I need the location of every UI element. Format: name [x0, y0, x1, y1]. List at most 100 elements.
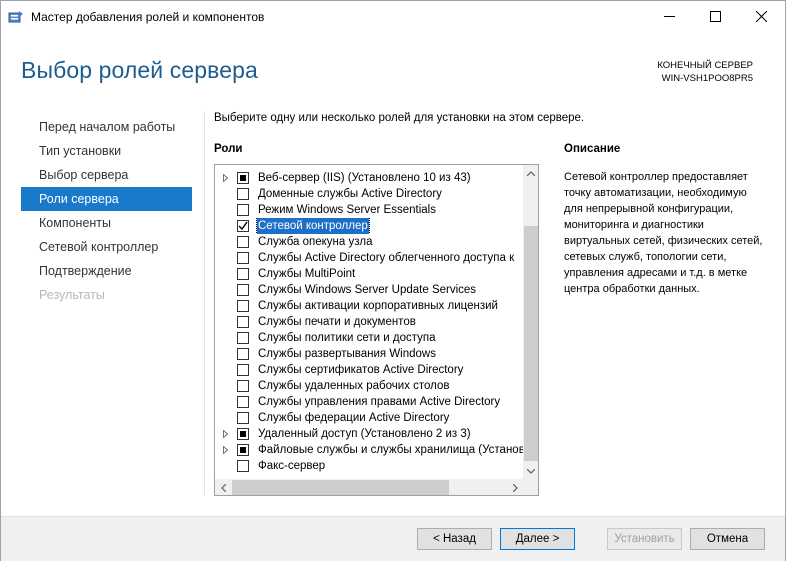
minimize-icon	[663, 16, 675, 17]
nav-item[interactable]: Тип установки	[21, 139, 192, 163]
destination-server: КОНЕЧНЫЙ СЕРВЕР WIN-VSH1POO8PR5	[657, 59, 753, 85]
role-label: Файловые службы и службы хранилища (Уста…	[258, 444, 523, 456]
partial-check-indicator	[240, 447, 246, 453]
role-label: Службы активации корпоративных лицензий	[258, 300, 498, 312]
role-checkbox[interactable]	[237, 348, 249, 360]
role-row[interactable]: Служба опекуна узла	[215, 234, 523, 250]
role-checkbox[interactable]	[237, 188, 249, 200]
description-heading: Описание	[564, 143, 621, 155]
role-row[interactable]: Факс-сервер	[215, 458, 523, 474]
role-label: Службы сертификатов Active Directory	[258, 364, 464, 376]
role-checkbox[interactable]	[237, 284, 249, 296]
maximize-icon	[709, 11, 721, 22]
page-title: Выбор ролей сервера	[21, 57, 258, 83]
checkmark-icon	[238, 221, 248, 231]
nav-item[interactable]: Роли сервера	[21, 187, 192, 211]
role-checkbox[interactable]	[237, 332, 249, 344]
expand-arrow-icon[interactable]	[221, 445, 229, 455]
back-button[interactable]: < Назад	[417, 528, 492, 550]
vertical-scroll-thumb[interactable]	[524, 226, 538, 461]
role-label: Службы печати и документов	[258, 316, 416, 328]
destination-label: КОНЕЧНЫЙ СЕРВЕР	[657, 60, 753, 71]
role-checkbox[interactable]	[237, 236, 249, 248]
nav-item[interactable]: Компоненты	[21, 211, 192, 235]
minimize-button[interactable]	[646, 1, 692, 32]
maximize-button[interactable]	[692, 1, 738, 32]
role-label: Службы MultiPoint	[258, 268, 356, 280]
horizontal-scrollbar[interactable]	[215, 479, 523, 495]
nav-item[interactable]: Сетевой контроллер	[21, 235, 192, 259]
nav-item[interactable]: Перед началом работы	[21, 115, 192, 139]
expand-arrow-icon[interactable]	[221, 173, 229, 183]
role-label: Режим Windows Server Essentials	[258, 204, 436, 216]
vertical-scrollbar[interactable]	[523, 165, 538, 479]
role-row[interactable]: Службы MultiPoint	[215, 266, 523, 282]
role-row[interactable]: Доменные службы Active Directory	[215, 186, 523, 202]
role-row[interactable]: Удаленный доступ (Установлено 2 из 3)	[215, 426, 523, 442]
role-checkbox[interactable]	[237, 380, 249, 392]
role-checkbox[interactable]	[237, 460, 249, 472]
role-label: Удаленный доступ (Установлено 2 из 3)	[258, 428, 471, 440]
role-row[interactable]: Службы Windows Server Update Services	[215, 282, 523, 298]
role-row[interactable]: Службы политики сети и доступа	[215, 330, 523, 346]
role-checkbox[interactable]	[237, 172, 249, 184]
role-checkbox[interactable]	[237, 364, 249, 376]
role-checkbox[interactable]	[237, 268, 249, 280]
scroll-right-button[interactable]	[507, 479, 523, 495]
role-label: Факс-сервер	[258, 460, 326, 472]
role-label: Доменные службы Active Directory	[258, 188, 442, 200]
role-row[interactable]: Файловые службы и службы хранилища (Уста…	[215, 442, 523, 458]
nav-item[interactable]: Выбор сервера	[21, 163, 192, 187]
role-checkbox[interactable]	[237, 220, 249, 232]
role-row[interactable]: Службы печати и документов	[215, 314, 523, 330]
role-checkbox[interactable]	[237, 428, 249, 440]
nav-divider	[204, 111, 205, 495]
role-label: Службы Active Directory облегченного дос…	[258, 252, 515, 264]
horizontal-scroll-thumb[interactable]	[232, 480, 449, 495]
role-checkbox[interactable]	[237, 396, 249, 408]
close-button[interactable]	[738, 1, 784, 32]
nav-item[interactable]: Подтверждение	[21, 259, 192, 283]
roles-heading: Роли	[214, 143, 243, 155]
next-button[interactable]: Далее >	[500, 528, 575, 550]
role-row[interactable]: Службы активации корпоративных лицензий	[215, 298, 523, 314]
role-checkbox[interactable]	[237, 252, 249, 264]
nav-item: Результаты	[39, 288, 105, 302]
role-row[interactable]: Веб-сервер (IIS) (Установлено 10 из 43)	[215, 170, 523, 186]
role-label: Службы удаленных рабочих столов	[258, 380, 450, 392]
role-label: Службы федерации Active Directory	[258, 412, 450, 424]
role-row[interactable]: Службы Active Directory облегченного дос…	[215, 250, 523, 266]
role-checkbox[interactable]	[237, 204, 249, 216]
role-checkbox[interactable]	[237, 444, 249, 456]
roles-list[interactable]: Веб-сервер (IIS) (Установлено 10 из 43) Д…	[214, 164, 539, 496]
role-label: Службы политики сети и доступа	[258, 332, 436, 344]
role-row[interactable]: Режим Windows Server Essentials	[215, 202, 523, 218]
chevron-down-icon	[527, 468, 535, 474]
role-row[interactable]: Службы федерации Active Directory	[215, 410, 523, 426]
scrollbar-corner	[523, 479, 538, 495]
role-row[interactable]: Сетевой контроллер	[215, 218, 523, 234]
chevron-up-icon	[527, 170, 535, 176]
role-checkbox[interactable]	[237, 300, 249, 312]
role-row[interactable]: Службы развертывания Windows	[215, 346, 523, 362]
close-icon	[755, 11, 767, 22]
install-button[interactable]: Установить	[607, 528, 682, 550]
partial-check-indicator	[240, 175, 246, 181]
window-title: Мастер добавления ролей и компонентов	[31, 10, 265, 24]
description-text: Сетевой контроллер предоставляет точку а…	[564, 171, 763, 295]
role-label: Службы развертывания Windows	[258, 348, 436, 360]
scroll-up-button[interactable]	[523, 165, 538, 181]
role-checkbox[interactable]	[237, 316, 249, 328]
destination-server-name: WIN-VSH1POO8PR5	[661, 73, 753, 84]
cancel-button[interactable]: Отмена	[690, 528, 765, 550]
scroll-down-button[interactable]	[523, 463, 538, 479]
role-row[interactable]: Службы удаленных рабочих столов	[215, 378, 523, 394]
role-row[interactable]: Службы сертификатов Active Directory	[215, 362, 523, 378]
chevron-left-icon	[220, 483, 226, 492]
title-bar[interactable]: Мастер добавления ролей и компонентов	[1, 1, 785, 33]
scroll-left-button[interactable]	[215, 479, 231, 495]
role-checkbox[interactable]	[237, 412, 249, 424]
role-label: Службы управления правами Active Directo…	[258, 396, 501, 408]
role-row[interactable]: Службы управления правами Active Directo…	[215, 394, 523, 410]
expand-arrow-icon[interactable]	[221, 429, 229, 439]
